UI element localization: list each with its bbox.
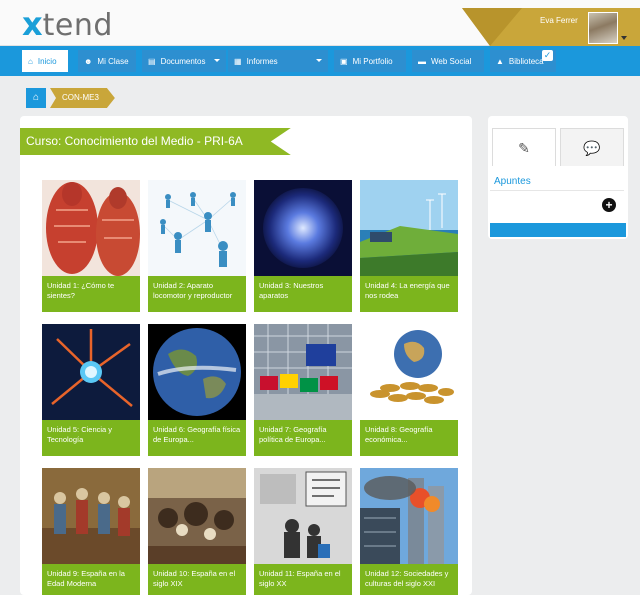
unit-card-10[interactable]: Unidad 10: España en el siglo XIX — [148, 468, 246, 595]
logo-word: tend — [42, 8, 113, 43]
unit-label: Unidad 11: España en el siglo XX — [254, 564, 352, 595]
earth-image — [148, 324, 246, 420]
unit-card-3[interactable]: Unidad 3: Nuestros aparatos — [254, 180, 352, 312]
chevron-down-icon — [214, 59, 220, 62]
flags-image — [254, 324, 352, 420]
chat-icon: 💬 — [583, 140, 601, 156]
unit-card-8[interactable]: Unidad 8: Geografía económica... — [360, 324, 458, 456]
users-icon: ☻ — [84, 56, 93, 66]
tab-label: Biblioteca — [508, 56, 544, 66]
user-name[interactable]: Eva Ferrer — [540, 16, 578, 25]
unit-card-11[interactable]: Unidad 11: España en el siglo XX — [254, 468, 352, 595]
report-icon: ▦ — [234, 56, 242, 66]
divider — [490, 190, 624, 191]
unit-label: Unidad 8: Geografía económica... — [360, 420, 458, 456]
breadcrumb-current[interactable]: CON-ME3 — [50, 88, 115, 108]
check-badge-icon: ✓ — [542, 50, 553, 61]
unit-card-1[interactable]: Unidad 1: ¿Cómo te sientes? — [42, 180, 140, 312]
logo-x: x — [22, 5, 43, 43]
chevron-down-icon — [316, 59, 322, 62]
tab-documentos[interactable]: ▤ Documentos — [142, 50, 226, 72]
unit-card-9[interactable]: Unidad 9: España en la Edad Moderna — [42, 468, 140, 595]
portfolio-icon: ▣ — [340, 56, 348, 66]
tab-mi-portfolio[interactable]: ▣ Mi Portfolio — [334, 50, 406, 72]
glow-sphere-image — [254, 180, 352, 276]
xtend-logo[interactable]: x tend — [22, 5, 113, 43]
tab-label: Inicio — [37, 56, 57, 66]
unit-card-2[interactable]: Unidad 2: Aparato locomotor y reproducto… — [148, 180, 246, 312]
unit-label: Unidad 3: Nuestros aparatos — [254, 276, 352, 312]
document-icon: ▤ — [148, 56, 156, 66]
add-note-button[interactable]: + — [602, 198, 616, 212]
unit-label: Unidad 4: La energía que nos rodea — [360, 276, 458, 312]
unit-card-6[interactable]: Unidad 6: Geografía física de Europa... — [148, 324, 246, 456]
anatomy-image — [42, 180, 140, 276]
unit-label: Unidad 9: España en la Edad Moderna — [42, 564, 140, 595]
tab-label: Informes — [246, 56, 278, 66]
chevron-down-icon[interactable] — [621, 36, 627, 40]
unit-label: Unidad 5: Ciencia y Tecnología — [42, 420, 140, 456]
tab-mi-clase[interactable]: ☻ Mi Clase — [78, 50, 136, 72]
network-people-image — [148, 180, 246, 276]
unit-label: Unidad 6: Geografía física de Europa... — [148, 420, 246, 456]
tab-label: Documentos — [160, 56, 206, 66]
neuron-image — [42, 324, 140, 420]
course-panel: Curso: Conocimiento del Medio - PRI-6A U… — [20, 116, 472, 595]
globe-coins-image — [360, 324, 458, 420]
tab-informes[interactable]: ▦ Informes — [228, 50, 328, 72]
unit-label: Unidad 7: Geografía política de Europa..… — [254, 420, 352, 456]
pencil-icon: ✎ — [518, 140, 530, 156]
top-header: x tend Eva Ferrer — [0, 0, 640, 46]
home-icon[interactable]: ⌂ — [26, 88, 46, 108]
unit-label: Unidad 10: España en el siglo XIX — [148, 564, 246, 595]
unit-card-7[interactable]: Unidad 7: Geografía política de Europa..… — [254, 324, 352, 456]
tab-comments[interactable]: 💬 — [560, 128, 624, 166]
course-title: Curso: Conocimiento del Medio - PRI-6A — [20, 128, 291, 155]
unit-label: Unidad 1: ¿Cómo te sientes? — [42, 276, 140, 312]
tab-label: Web Social — [431, 56, 472, 66]
tab-notes[interactable]: ✎ — [492, 128, 556, 166]
tab-inicio[interactable]: ⌂ Inicio — [22, 50, 68, 72]
franco-photo-image — [254, 468, 352, 564]
energy-landscape-image — [360, 180, 458, 276]
home-icon: ⌂ — [28, 56, 33, 66]
painting-court-image — [42, 468, 140, 564]
tab-label: Mi Portfolio — [352, 56, 393, 66]
tab-label: Mi Clase — [97, 56, 129, 66]
unit-card-5[interactable]: Unidad 5: Ciencia y Tecnología — [42, 324, 140, 456]
avatar[interactable] — [588, 12, 618, 44]
notes-label: Apuntes — [494, 176, 531, 187]
unit-card-12[interactable]: Unidad 12: Sociedades y culturas del sig… — [360, 468, 458, 595]
notes-panel: ✎ 💬 Apuntes + — [488, 116, 628, 239]
notes-bar — [490, 223, 626, 237]
twin-towers-image — [360, 468, 458, 564]
painting-battle-image — [148, 468, 246, 564]
library-icon: ▲ — [496, 56, 504, 66]
unit-label: Unidad 12: Sociedades y culturas del sig… — [360, 564, 458, 595]
tab-web-social[interactable]: ▬ Web Social — [412, 50, 484, 72]
unit-label: Unidad 2: Aparato locomotor y reproducto… — [148, 276, 246, 312]
unit-card-4[interactable]: Unidad 4: La energía que nos rodea — [360, 180, 458, 312]
folder-icon: ▬ — [418, 56, 426, 66]
